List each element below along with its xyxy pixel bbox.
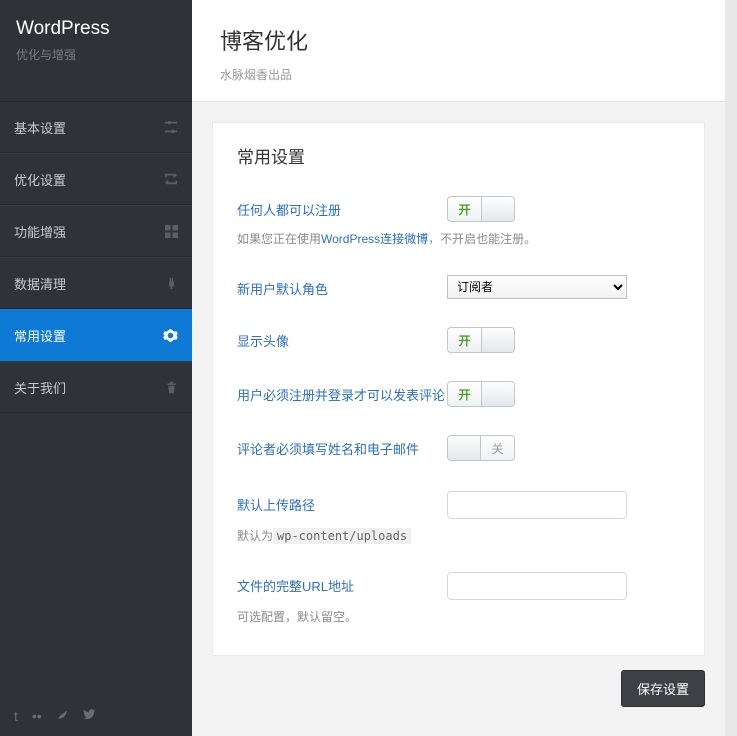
main-content: 博客优化 水脉烟香出品 常用设置 任何人都可以注册 开 关 如果您正在使用Wor… (192, 0, 725, 736)
leaf-icon[interactable] (56, 708, 69, 724)
setting-show-avatar: 显示头像 开 关 (237, 327, 680, 353)
toggle-anyone-register[interactable]: 开 关 (447, 196, 515, 222)
toggle-show-avatar[interactable]: 开 关 (447, 327, 515, 353)
setting-help: 如果您正在使用WordPress连接微博，不开启也能注册。 (237, 230, 680, 247)
toggle-knob (481, 328, 514, 352)
toggle-must-register-comment[interactable]: 开 关 (447, 381, 515, 407)
setting-help: 可选配置，默认留空。 (237, 608, 680, 625)
setting-label: 任何人都可以注册 (237, 196, 447, 219)
brand-title: WordPress (16, 18, 176, 40)
help-link-weibo[interactable]: WordPress连接微博 (321, 232, 428, 246)
setting-upload-path: 默认上传路径 默认为wp-content/uploads (237, 491, 680, 544)
toggle-knob (448, 436, 481, 460)
settings-panel: 常用设置 任何人都可以注册 开 关 如果您正在使用WordPress连接微博，不… (212, 122, 705, 656)
sidebar-item-label: 优化设置 (14, 170, 66, 189)
toggle-knob (481, 197, 514, 221)
tumblr-icon[interactable]: t (14, 708, 18, 724)
footer-social: t •• (14, 708, 96, 724)
toggle-knob (481, 382, 514, 406)
setting-label: 默认上传路径 (237, 491, 447, 514)
sidebar-item-common[interactable]: 常用设置 (0, 309, 192, 361)
page-subtitle: 水脉烟香出品 (220, 66, 697, 83)
sidebar-item-cleanup[interactable]: 数据清理 (0, 257, 192, 309)
save-bar: 保存设置 (192, 656, 725, 707)
toggle-on-label: 开 (448, 328, 481, 352)
twitter-icon[interactable] (83, 708, 96, 724)
setting-help: 默认为wp-content/uploads (237, 527, 680, 544)
setting-require-name-email: 评论者必须填写姓名和电子邮件 开 关 (237, 435, 680, 463)
panel-title: 常用设置 (237, 143, 680, 168)
sidebar-item-label: 数据清理 (14, 274, 66, 293)
toggle-require-name-email[interactable]: 开 关 (447, 435, 515, 461)
sidebar-item-label: 基本设置 (14, 118, 66, 137)
flickr-icon[interactable]: •• (32, 708, 42, 724)
setting-label: 显示头像 (237, 327, 447, 350)
input-upload-path[interactable] (447, 491, 627, 519)
toggle-on-label: 开 (448, 197, 481, 221)
sidebar-nav: 基本设置 优化设置 功能增强 数据清理 常用设置 关于我们 (0, 101, 192, 413)
page-title: 博客优化 (220, 24, 697, 56)
sidebar: WordPress 优化与增强 基本设置 优化设置 功能增强 数据清理 常用设置… (0, 0, 192, 736)
brand-subtitle: 优化与增强 (16, 46, 176, 63)
toggle-on-label: 开 (448, 382, 481, 406)
trash-icon (165, 381, 178, 394)
sidebar-item-optimize[interactable]: 优化设置 (0, 153, 192, 205)
save-button[interactable]: 保存设置 (621, 670, 705, 707)
sidebar-item-label: 常用设置 (14, 326, 66, 345)
select-default-role[interactable]: 订阅者 (447, 275, 627, 299)
setting-anyone-register: 任何人都可以注册 开 关 如果您正在使用WordPress连接微博，不开启也能注… (237, 196, 680, 247)
sidebar-item-label: 功能增强 (14, 222, 66, 241)
setting-must-register-comment: 用户必须注册并登录才可以发表评论 开 关 (237, 381, 680, 407)
setting-label: 用户必须注册并登录才可以发表评论 (237, 381, 447, 404)
input-upload-url[interactable] (447, 572, 627, 600)
sidebar-item-enhance[interactable]: 功能增强 (0, 205, 192, 257)
loop-icon (164, 172, 178, 186)
sidebar-item-basic[interactable]: 基本设置 (0, 101, 192, 153)
sidebar-item-label: 关于我们 (14, 378, 66, 397)
setting-label: 评论者必须填写姓名和电子邮件 (237, 435, 447, 458)
gear-icon (163, 328, 178, 343)
plug-icon (165, 277, 178, 290)
help-code: wp-content/uploads (273, 528, 411, 544)
page-header: 博客优化 水脉烟香出品 (192, 0, 725, 102)
setting-upload-url: 文件的完整URL地址 可选配置，默认留空。 (237, 572, 680, 625)
brand-block: WordPress 优化与增强 (0, 0, 192, 73)
grid-icon (165, 225, 178, 238)
setting-label: 文件的完整URL地址 (237, 572, 447, 595)
sliders-icon (164, 120, 178, 134)
sidebar-item-about[interactable]: 关于我们 (0, 361, 192, 413)
setting-label: 新用户默认角色 (237, 275, 447, 298)
setting-default-role: 新用户默认角色 订阅者 (237, 275, 680, 299)
toggle-off-label: 关 (481, 436, 514, 460)
